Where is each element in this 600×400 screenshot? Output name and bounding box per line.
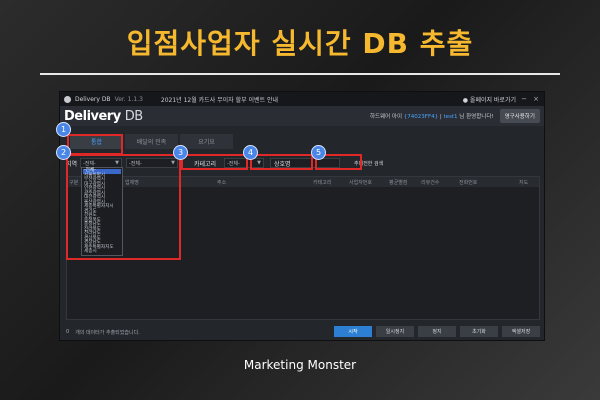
col-phone: 전화번호 bbox=[459, 180, 478, 186]
hardware-id-text: 하드웨어 아이 {74023FF4} | test1 님 환영합니다! bbox=[369, 114, 494, 120]
brand-logo: Delivery DB bbox=[64, 108, 143, 124]
tab-baemin[interactable]: 배달의 민족 bbox=[125, 134, 178, 149]
stop-button[interactable]: 정지 bbox=[418, 326, 456, 337]
col-biz-number: 사업자번호 bbox=[349, 180, 373, 186]
extract-count: 0 bbox=[66, 329, 70, 335]
step-badge-1: 1 bbox=[56, 122, 71, 137]
step-badge-3: 3 bbox=[173, 145, 188, 160]
col-map: 지도 bbox=[519, 180, 529, 186]
headline-divider bbox=[40, 73, 560, 75]
highlight-box-name bbox=[250, 154, 313, 170]
highlight-box-region bbox=[66, 154, 181, 260]
status-text: 개의 데이터가 추출되었습니다. bbox=[75, 329, 140, 336]
homepage-link[interactable]: ● 올페이지 바로가기 bbox=[463, 95, 516, 104]
step-badge-4: 4 bbox=[243, 145, 258, 160]
col-reviews: 리뷰건수 bbox=[421, 180, 440, 186]
bottom-bar: 0 개의 데이터가 추출되었습니다. 시작 일시정지 정지 초기화 엑셀저장 bbox=[66, 326, 540, 338]
pause-button[interactable]: 일시정지 bbox=[376, 326, 414, 337]
excel-save-button[interactable]: 엑셀저장 bbox=[502, 326, 540, 337]
purchase-button[interactable]: 영구사용하기 bbox=[499, 109, 540, 123]
col-rating: 평균별점 bbox=[389, 180, 408, 186]
close-icon[interactable]: × bbox=[532, 95, 540, 103]
app-title: Delivery DB bbox=[75, 95, 111, 103]
highlight-box-category bbox=[181, 154, 248, 170]
title-bar: Delivery DB Ver. 1.1.3 2021년 12월 카드사 무이자… bbox=[60, 92, 544, 106]
app-version: Ver. 1.1.3 bbox=[114, 95, 143, 103]
step-badge-5: 5 bbox=[311, 145, 326, 160]
start-button[interactable]: 시작 bbox=[334, 326, 372, 337]
minimize-icon[interactable]: − bbox=[520, 95, 528, 103]
notice-link[interactable]: 2021년 12월 카드사 무이자 할부 이벤트 안내 bbox=[161, 95, 278, 104]
step-badge-2: 2 bbox=[56, 145, 71, 160]
headline: 입점사업자 실시간 DB 추출 bbox=[126, 27, 474, 60]
tab-yogiyo[interactable]: 요기요 bbox=[180, 134, 233, 149]
highlight-box-tabs bbox=[67, 134, 123, 155]
reset-button[interactable]: 초기화 bbox=[460, 326, 498, 337]
footer-brand: Marketing Monster bbox=[243, 358, 357, 372]
col-category: 카테고리 bbox=[313, 180, 332, 186]
col-address: 주소 bbox=[217, 180, 227, 186]
brand-bar: Delivery DB 하드웨어 아이 {74023FF4} | test1 님… bbox=[60, 106, 544, 126]
app-icon bbox=[64, 95, 71, 103]
